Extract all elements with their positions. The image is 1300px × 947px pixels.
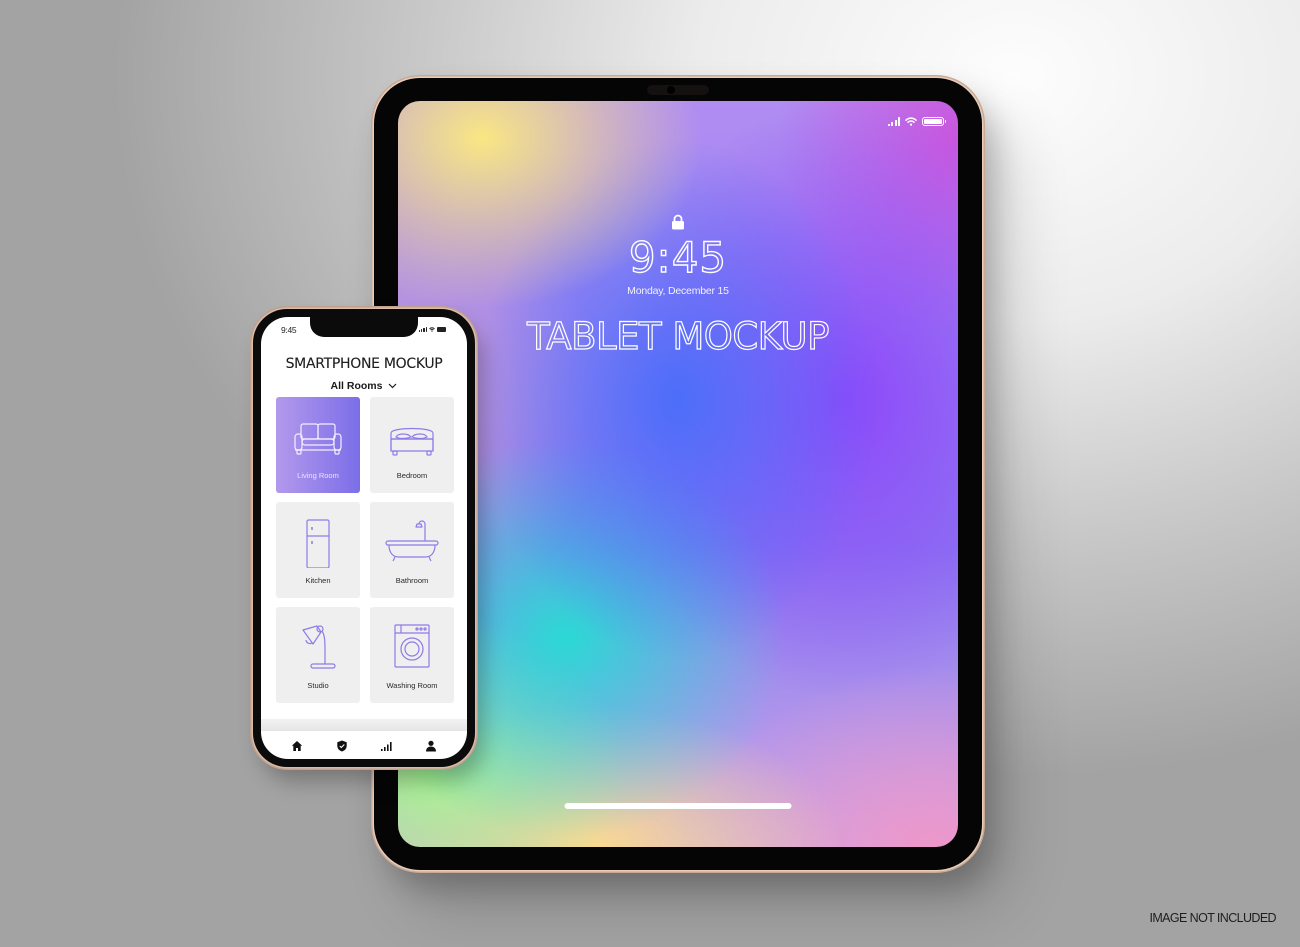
room-tile-bedroom[interactable]: Bedroom: [370, 397, 454, 493]
tablet-title: TABLET MOCKUP: [526, 314, 830, 358]
user-icon: [425, 740, 436, 752]
room-tile-bathroom[interactable]: Bathroom: [370, 502, 454, 598]
room-filter-dropdown[interactable]: All Rooms: [261, 380, 467, 392]
signal-icon: [887, 117, 900, 126]
tab-stats[interactable]: [378, 738, 394, 754]
room-grid: Living Room Bedroom Kitchen Bathroom Stu…: [276, 397, 454, 703]
washing-machine-icon: [394, 624, 430, 668]
tablet-status-bar: [887, 117, 946, 126]
smartphone-device: 9:45 SMARTPHONE MOCKUP All Rooms Living …: [253, 309, 475, 767]
phone-status-bar: [418, 327, 446, 332]
desk-lamp-icon: [302, 625, 336, 669]
tablet-lock-screen: 9:45 Monday, December 15 TABLET MOCKUP: [398, 101, 958, 847]
lock-screen-date: Monday, December 15: [627, 285, 729, 297]
room-label: Bathroom: [395, 576, 429, 585]
signal-icon: [418, 327, 427, 332]
sofa-icon: [294, 423, 342, 455]
lock-screen-time: 9:45: [628, 232, 728, 282]
watermark-text: IMAGE NOT INCLUDED: [1149, 911, 1277, 925]
room-tile-washing-room[interactable]: Washing Room: [370, 607, 454, 703]
home-indicator[interactable]: [564, 803, 792, 809]
wifi-icon: [429, 327, 435, 332]
room-label: Washing Room: [386, 681, 438, 690]
bathtub-icon: [385, 520, 439, 562]
tab-home[interactable]: [289, 738, 305, 754]
wifi-icon: [905, 117, 917, 126]
room-label: Kitchen: [305, 576, 331, 585]
battery-icon: [922, 117, 946, 126]
room-label: Living Room: [297, 471, 339, 480]
lock-icon: [672, 214, 684, 230]
home-icon: [292, 741, 303, 751]
room-tile-studio[interactable]: Studio: [276, 607, 360, 703]
bed-icon: [390, 427, 434, 456]
tablet-camera: [647, 85, 709, 95]
phone-status-time: 9:45: [281, 325, 297, 335]
chevron-down-icon: [389, 383, 397, 389]
room-tile-living-room[interactable]: Living Room: [276, 397, 360, 493]
fridge-icon: [306, 519, 330, 568]
room-label: Bedroom: [396, 471, 428, 480]
bottom-tab-bar: [261, 731, 467, 759]
room-filter-value: All Rooms: [330, 380, 383, 392]
room-tile-kitchen[interactable]: Kitchen: [276, 502, 360, 598]
app-title: SMARTPHONE MOCKUP: [285, 356, 443, 372]
battery-icon: [437, 327, 446, 332]
tab-profile[interactable]: [423, 738, 439, 754]
tab-security[interactable]: [334, 738, 350, 754]
tabbar-divider: [261, 719, 467, 731]
bar-chart-icon: [381, 742, 392, 751]
phone-screen: 9:45 SMARTPHONE MOCKUP All Rooms Living …: [261, 317, 467, 759]
shield-check-icon: [337, 740, 347, 752]
room-label: Studio: [307, 681, 329, 690]
phone-notch: [310, 317, 418, 337]
